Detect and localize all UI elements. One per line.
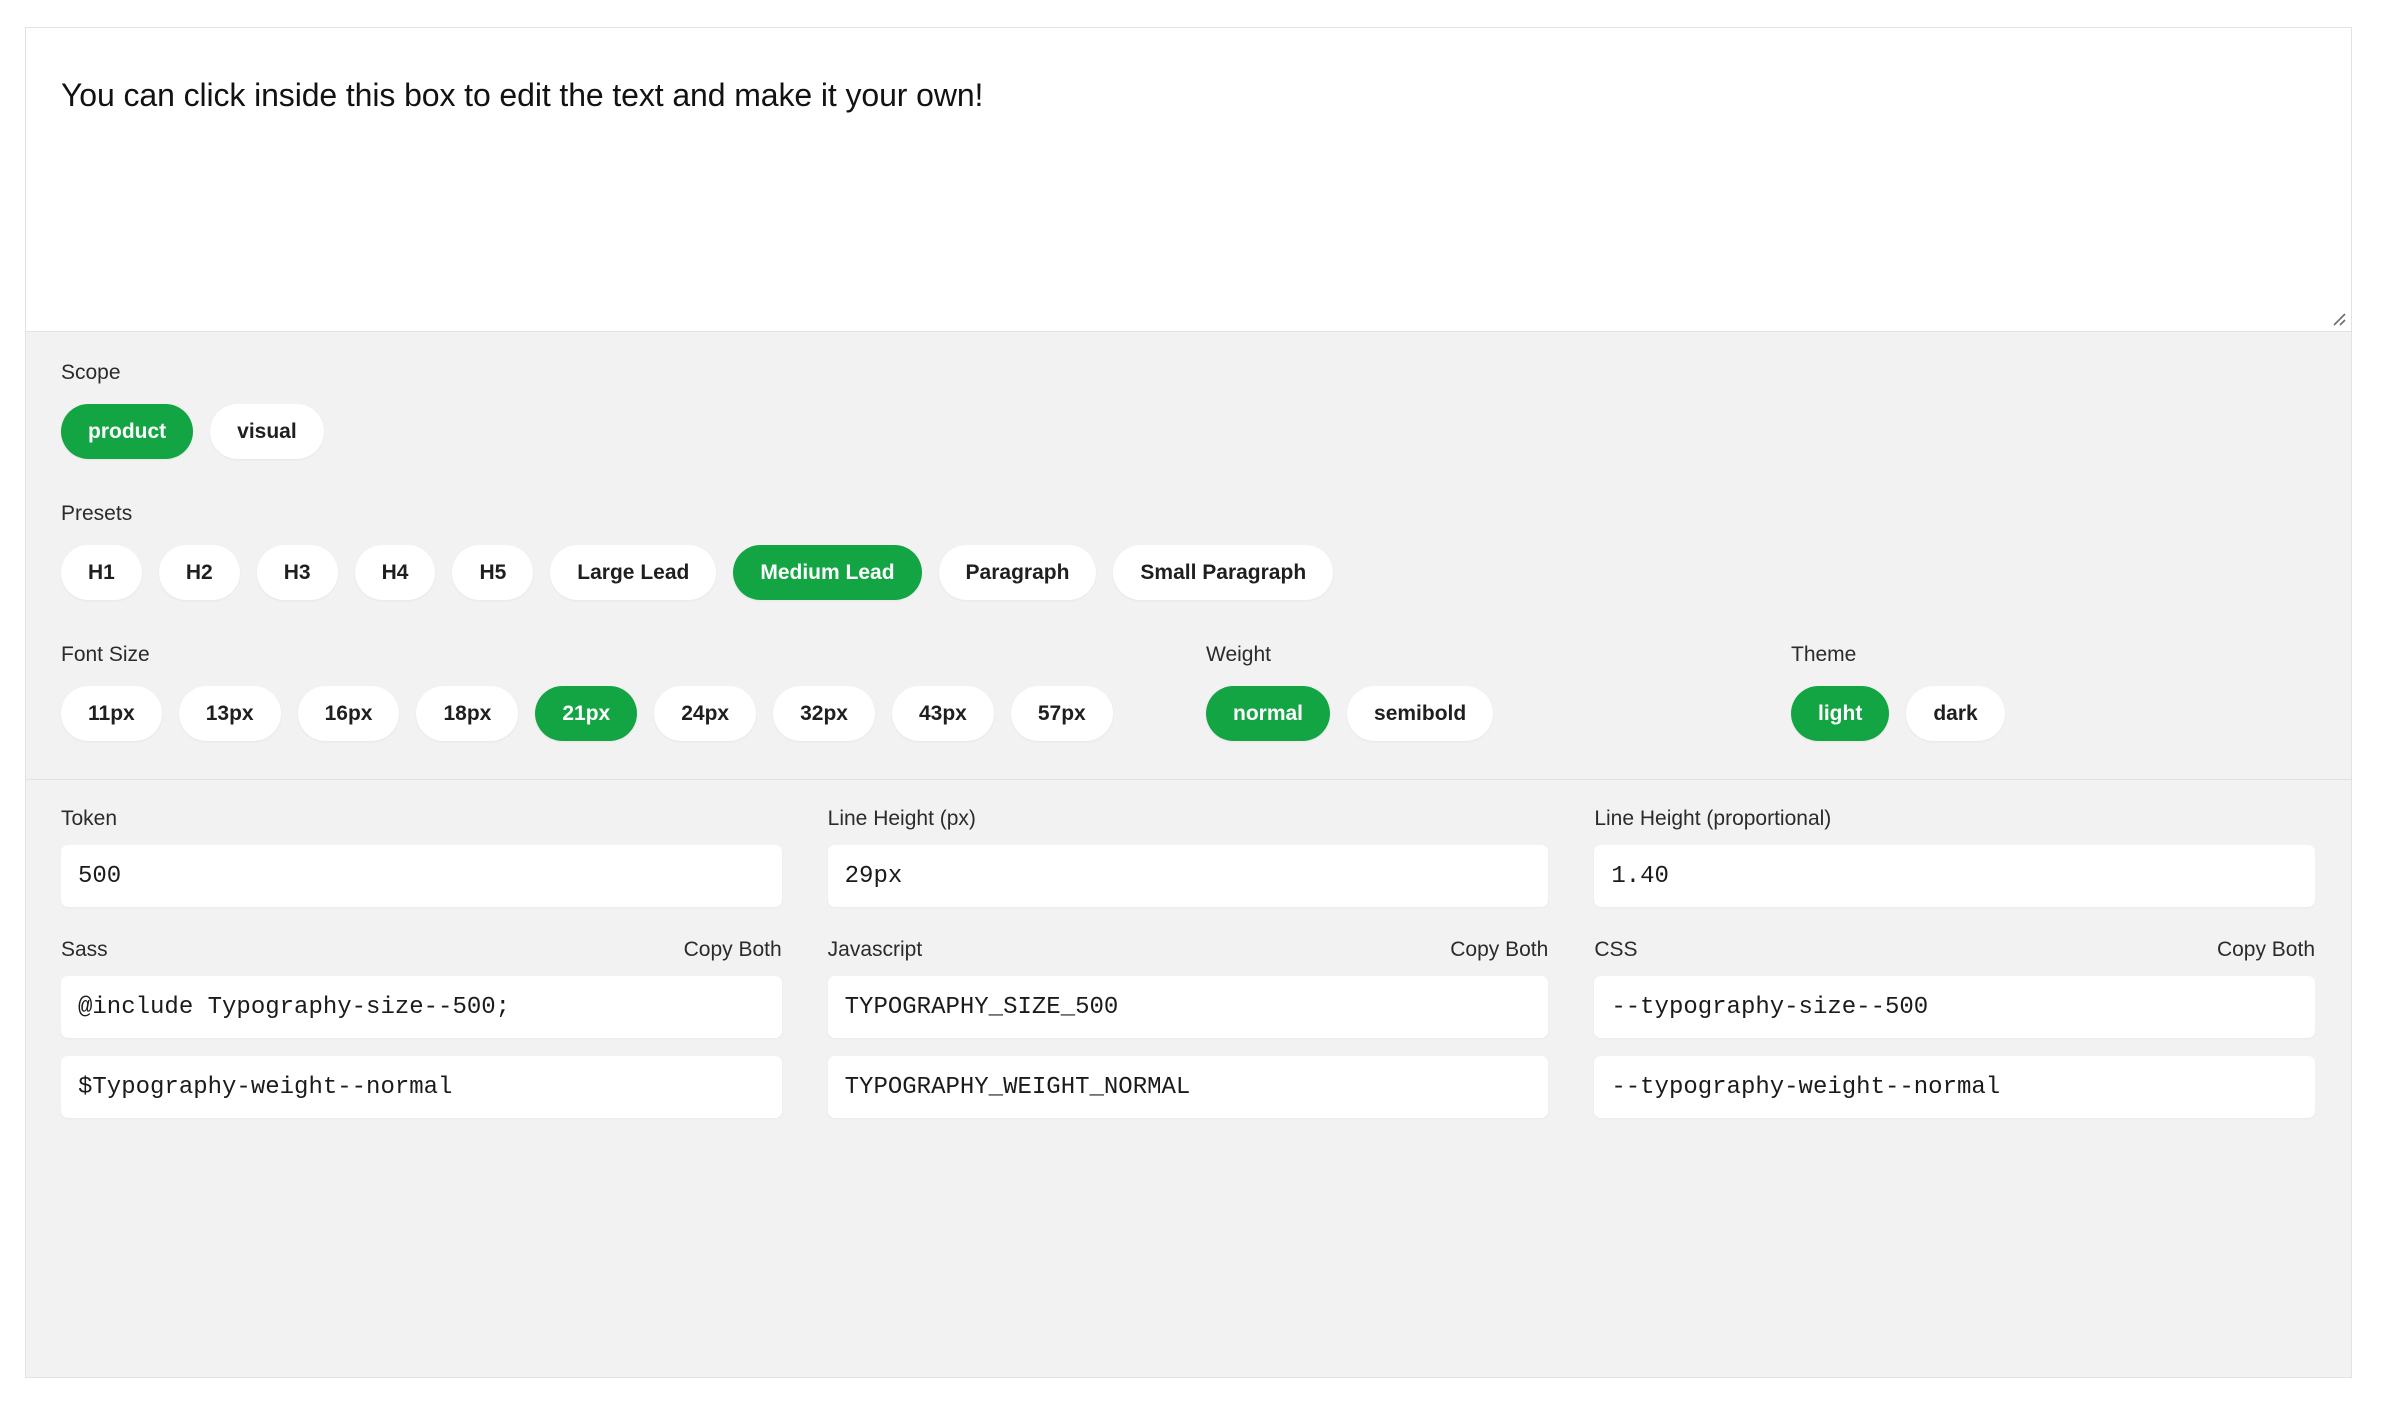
- font-size-option-18px[interactable]: 18px: [416, 686, 519, 741]
- theme-label: Theme: [1791, 643, 1857, 666]
- tokens-section: Token Line Height (px) Line Height (prop…: [26, 780, 2351, 1377]
- scope-label: Scope: [61, 361, 121, 384]
- javascript-copy-both-button[interactable]: Copy Both: [1450, 937, 1548, 963]
- preset-option-h5[interactable]: H5: [452, 545, 534, 600]
- preset-option-large-lead[interactable]: Large Lead: [550, 545, 717, 600]
- preview-editable-text[interactable]: You can click inside this box to edit th…: [26, 28, 2351, 117]
- javascript-header: Javascript Copy Both: [828, 937, 1549, 963]
- font-size-option-57px[interactable]: 57px: [1010, 686, 1113, 741]
- sass-size-input[interactable]: [61, 976, 782, 1038]
- preset-option-small-paragraph[interactable]: Small Paragraph: [1113, 545, 1334, 600]
- preset-option-h3[interactable]: H3: [256, 545, 338, 600]
- token-field-header: Token: [61, 806, 782, 832]
- weight-option-normal[interactable]: normal: [1206, 686, 1331, 741]
- css-size-input[interactable]: [1594, 976, 2315, 1038]
- css-weight-input[interactable]: [1594, 1056, 2315, 1118]
- size-weight-theme-row: Font Size 11px 13px 16px 18px 21px 24px …: [26, 642, 2351, 741]
- controls-section: Scope product visual Presets H1 H2 H3 H4…: [26, 332, 2351, 780]
- weight-group: Weight normal semibold: [1206, 642, 1791, 741]
- line-height-px-input[interactable]: [827, 845, 1549, 907]
- weight-option-semibold[interactable]: semibold: [1347, 686, 1494, 741]
- font-size-option-24px[interactable]: 24px: [654, 686, 757, 741]
- sass-copy-both-button[interactable]: Copy Both: [684, 937, 782, 963]
- preset-option-paragraph[interactable]: Paragraph: [938, 545, 1097, 600]
- font-size-option-43px[interactable]: 43px: [891, 686, 994, 741]
- font-size-label: Font Size: [61, 643, 150, 666]
- presets-options: H1 H2 H3 H4 H5 Large Lead Medium Lead Pa…: [26, 545, 2351, 600]
- scope-group: Scope product visual: [26, 360, 2351, 459]
- theme-group: Theme light dark: [1791, 642, 2351, 741]
- javascript-group: Javascript Copy Both: [827, 937, 1549, 1118]
- line-height-proportional-input[interactable]: [1594, 845, 2315, 907]
- typography-playground-page: You can click inside this box to edit th…: [0, 0, 2390, 1418]
- css-header: CSS Copy Both: [1594, 937, 2315, 963]
- sass-group: Sass Copy Both: [61, 937, 782, 1118]
- font-size-option-21px[interactable]: 21px: [535, 686, 638, 741]
- typography-playground-panel: You can click inside this box to edit th…: [25, 27, 2352, 1378]
- preset-option-h4[interactable]: H4: [354, 545, 436, 600]
- preset-option-h1[interactable]: H1: [61, 545, 142, 600]
- sass-label: Sass: [61, 938, 108, 961]
- preset-option-medium-lead[interactable]: Medium Lead: [733, 545, 922, 600]
- line-height-px-header: Line Height (px): [828, 806, 1549, 832]
- token-field-group: Token: [61, 806, 782, 907]
- theme-option-light[interactable]: light: [1791, 686, 1890, 741]
- token-values-row: Token Line Height (px) Line Height (prop…: [61, 806, 2315, 907]
- line-height-proportional-label: Line Height (proportional): [1594, 807, 1832, 830]
- resize-grip-icon[interactable]: [2329, 309, 2347, 327]
- javascript-label: Javascript: [827, 938, 923, 961]
- font-size-option-13px[interactable]: 13px: [178, 686, 281, 741]
- font-size-option-16px[interactable]: 16px: [297, 686, 400, 741]
- presets-label: Presets: [61, 502, 133, 525]
- line-height-proportional-header: Line Height (proportional): [1594, 806, 2315, 832]
- scope-options: product visual: [26, 404, 2351, 459]
- preview-area: You can click inside this box to edit th…: [26, 28, 2351, 332]
- font-size-option-32px[interactable]: 32px: [773, 686, 875, 741]
- font-size-options: 11px 13px 16px 18px 21px 24px 32px 43px …: [61, 686, 1206, 741]
- line-height-proportional-group: Line Height (proportional): [1594, 806, 2315, 907]
- css-group: CSS Copy Both: [1594, 937, 2315, 1118]
- scope-option-product[interactable]: product: [61, 404, 194, 459]
- presets-group: Presets H1 H2 H3 H4 H5 Large Lead Medium…: [26, 501, 2351, 600]
- css-copy-both-button[interactable]: Copy Both: [2217, 937, 2315, 963]
- sass-header: Sass Copy Both: [61, 937, 782, 963]
- javascript-weight-input[interactable]: [827, 1056, 1549, 1118]
- scope-option-visual[interactable]: visual: [210, 404, 324, 459]
- weight-options: normal semibold: [1206, 686, 1791, 741]
- css-label: CSS: [1594, 938, 1638, 961]
- line-height-px-label: Line Height (px): [827, 807, 976, 830]
- token-input[interactable]: [61, 845, 782, 907]
- code-tokens-row: Sass Copy Both Javascript Copy Both: [61, 937, 2315, 1118]
- theme-options: light dark: [1791, 686, 2351, 741]
- font-size-group: Font Size 11px 13px 16px 18px 21px 24px …: [26, 642, 1206, 741]
- javascript-size-input[interactable]: [827, 976, 1549, 1038]
- sass-weight-input[interactable]: [61, 1056, 782, 1118]
- line-height-px-group: Line Height (px): [827, 806, 1549, 907]
- token-label: Token: [61, 807, 118, 830]
- font-size-option-11px[interactable]: 11px: [61, 686, 162, 741]
- weight-label: Weight: [1206, 643, 1271, 666]
- theme-option-dark[interactable]: dark: [1906, 686, 2005, 741]
- preset-option-h2[interactable]: H2: [158, 545, 240, 600]
